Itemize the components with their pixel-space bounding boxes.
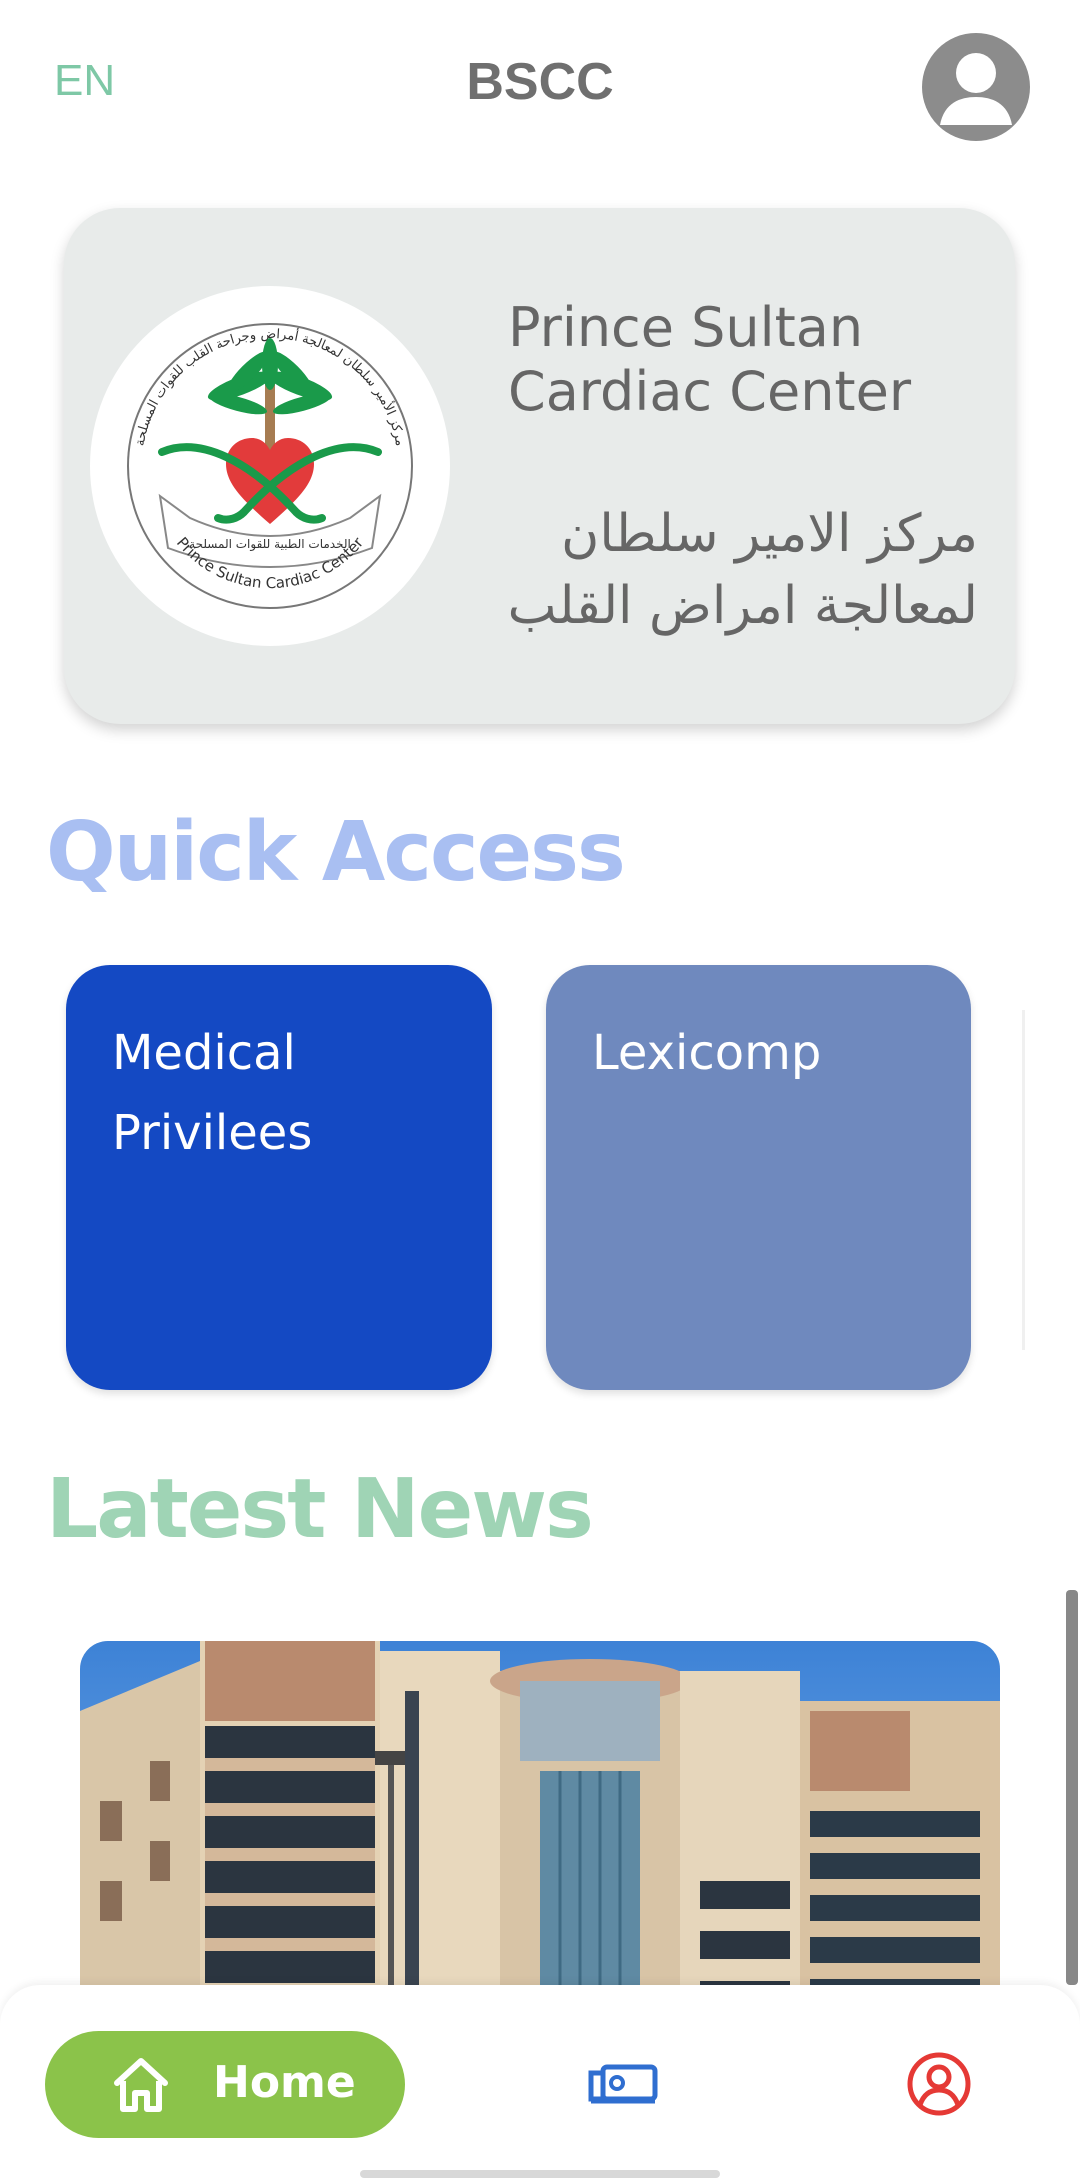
news-card[interactable] xyxy=(80,1641,1000,2021)
latest-news-title: Latest News xyxy=(46,1462,594,1557)
bottom-navigation: Home xyxy=(0,1985,1080,2183)
logo-ribbon-text-ar: الخدمات الطبية للقوات المسلحة xyxy=(189,537,351,552)
tile-label: Medical Privilees xyxy=(112,1013,452,1173)
tile-label-line1: Medical xyxy=(112,1025,296,1081)
user-avatar-icon xyxy=(940,53,1012,125)
hospital-building-photo xyxy=(80,1641,1000,2021)
hospital-name-ar: مركز الامير سلطان لمعالجة امراض القلب xyxy=(444,498,978,642)
medical-privileges-tile[interactable]: Medical Privilees xyxy=(66,965,492,1390)
hospital-name-en-line2: Cardiac Center xyxy=(508,360,912,423)
next-tile-edge xyxy=(1022,1010,1025,1350)
lexicomp-tile[interactable]: Lexicomp xyxy=(546,965,971,1390)
nav-home-button[interactable]: Home xyxy=(45,2031,405,2138)
quick-access-title: Quick Access xyxy=(46,805,626,900)
tile-label-line1: Lexicomp xyxy=(592,1025,822,1081)
hospital-name-en-line1: Prince Sultan xyxy=(508,296,864,359)
nav-home-label: Home xyxy=(213,2057,356,2108)
scrollbar[interactable] xyxy=(1066,1590,1078,1985)
hospital-name-ar-line1: مركز الامير سلطان xyxy=(561,504,978,564)
profile-icon[interactable] xyxy=(906,2051,972,2117)
prince-sultan-cardiac-center-logo: مركز الأمير سلطان لمعالجة أمراض وجراحة ا… xyxy=(127,323,413,609)
hospital-name-en: Prince Sultan Cardiac Center xyxy=(508,296,978,424)
avatar-button[interactable] xyxy=(922,33,1030,141)
home-icon xyxy=(114,2058,168,2112)
hospital-card: مركز الأمير سلطان لمعالجة أمراض وجراحة ا… xyxy=(64,208,1015,724)
hospital-logo: مركز الأمير سلطان لمعالجة أمراض وجراحة ا… xyxy=(90,286,450,646)
tile-label-line2: Privilees xyxy=(112,1105,313,1161)
tile-label: Lexicomp xyxy=(592,1013,932,1093)
system-home-indicator[interactable] xyxy=(360,2170,720,2178)
hospital-name-ar-line2: لمعالجة امراض القلب xyxy=(507,576,978,636)
news-icon[interactable] xyxy=(588,2063,658,2107)
app-title: BSCC xyxy=(466,53,614,111)
